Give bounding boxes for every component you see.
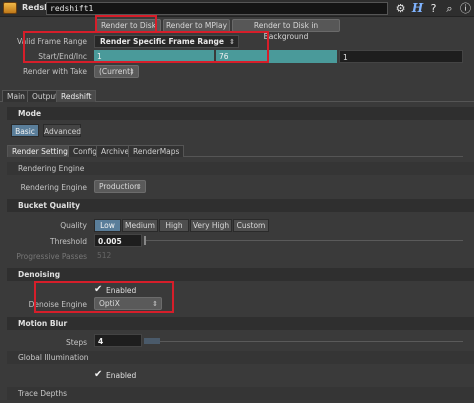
updown-arrow-icon: ⇕ [152,300,158,308]
progressive-passes-label: Progressive Passes [16,252,87,261]
quality-label: Quality [60,221,87,230]
mode-section-header: Mode [7,107,474,120]
trace-depths-section-header: Trace Depths [7,387,474,400]
h-icon[interactable]: H [411,2,424,15]
rendering-engine-section-header: Rendering Engine [7,162,474,175]
denoising-section-header: Denoising [7,268,474,281]
node-name-field[interactable]: redshift1 [46,2,388,15]
rendering-engine-dropdown[interactable]: Production ⇕ [94,180,146,193]
mode-tab-advanced[interactable]: Advanced [43,124,81,137]
steps-label: Steps [66,338,87,347]
gi-enabled-checkbox[interactable]: ✔ [94,369,102,380]
info-icon[interactable]: ⓘ [459,2,472,15]
threshold-label: Threshold [50,237,87,246]
denoise-engine-value: OptiX [99,299,120,308]
progressive-passes-field: 512 [97,251,112,260]
global-illumination-section-header: Global Illumination [7,351,474,364]
frame-start-field[interactable]: 1 [94,50,214,63]
rendering-engine-label: Rendering Engine [20,183,87,192]
steps-slider-track[interactable] [144,341,463,342]
denoise-engine-label: Denoise Engine [28,300,87,309]
render-to-disk-background-button[interactable]: Render to Disk in Background [232,19,340,41]
render-with-take-label: Render with Take [22,67,87,76]
rendering-engine-value: Production [99,182,139,191]
tab-render-settings[interactable]: Render Settings [7,145,77,157]
frame-inc-field[interactable]: 1 [339,50,463,63]
updown-arrow-icon: ⇕ [136,183,142,191]
search-icon[interactable]: ⌕ [443,2,456,15]
gi-enabled-label: Enabled [106,371,137,380]
start-end-inc-label: Start/End/Inc [38,52,87,61]
render-with-take-value: (Current) [99,67,134,76]
help-icon[interactable]: ? [427,2,440,15]
gear-icon[interactable]: ⚙ [394,2,407,15]
quality-medium-button[interactable]: Medium [122,219,158,232]
updown-arrow-icon: ⇕ [229,38,235,46]
bucket-quality-section-header: Bucket Quality [7,199,474,212]
tab-redshift[interactable]: Redshift [56,90,97,102]
steps-field[interactable]: 4 [94,334,142,347]
quality-low-button[interactable]: Low [94,219,121,232]
threshold-slider-track[interactable] [144,240,463,241]
updown-arrow-icon: ⇕ [129,68,135,76]
quality-custom-button[interactable]: Custom [233,219,269,232]
steps-slider-fill [144,338,160,344]
threshold-field[interactable]: 0.005 [94,234,142,247]
motion-blur-section-header: Motion Blur [7,317,474,330]
valid-frame-range-dropdown[interactable]: Render Specific Frame Range ⇕ [94,35,239,48]
threshold-slider-handle[interactable] [144,236,146,245]
valid-frame-range-value: Render Specific Frame Range [100,37,225,46]
tab-main[interactable]: Main [2,90,30,102]
render-to-disk-button[interactable]: Render to Disk [96,19,161,32]
tab-rendermaps[interactable]: RenderMaps [128,145,185,157]
frame-end-field[interactable]: 76 [216,50,337,63]
mode-tab-basic[interactable]: Basic [11,124,39,137]
valid-frame-range-label: Valid Frame Range [17,37,87,46]
render-to-mplay-button[interactable]: Render to MPlay [163,19,230,32]
denoise-enabled-label: Enabled [106,286,137,295]
quality-very-high-button[interactable]: Very High [190,219,232,232]
rop-node-icon [3,2,17,14]
quality-high-button[interactable]: High [159,219,189,232]
denoise-engine-dropdown[interactable]: OptiX ⇕ [94,297,162,310]
render-with-take-dropdown[interactable]: (Current) ⇕ [94,65,139,78]
denoise-enabled-checkbox[interactable]: ✔ [94,284,102,295]
